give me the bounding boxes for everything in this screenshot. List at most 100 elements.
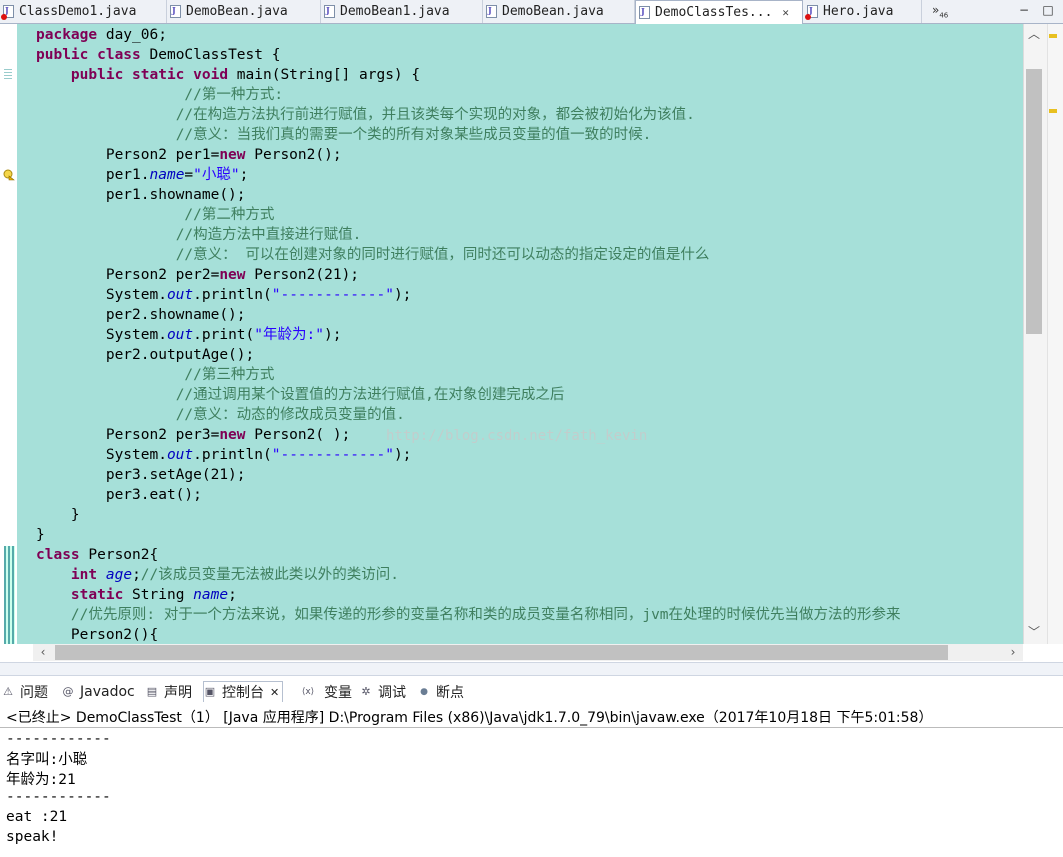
- code-token: int: [70, 567, 98, 583]
- code-line[interactable]: per2.showname();: [36, 305, 246, 325]
- code-token: System.: [36, 447, 167, 463]
- code-line[interactable]: //在构造方法执行前进行赋值，并且该类每个实现的对象，都会被初始化为该值.: [36, 105, 695, 125]
- code-line[interactable]: }: [36, 505, 80, 525]
- code-line[interactable]: per1.name="小聪";: [36, 165, 249, 185]
- code-line[interactable]: //优先原则: 对于一个方法来说，如果传递的形参的变量名称和类的成员变量名称相同…: [36, 605, 901, 625]
- editor-tab-bar: J ClassDemo1.java J DemoBean.java J Demo…: [0, 0, 1063, 24]
- code-line[interactable]: Person2(){: [36, 625, 158, 644]
- overview-ruler[interactable]: [1047, 24, 1063, 644]
- tab-demobean-2[interactable]: J DemoBean.java: [483, 0, 635, 23]
- tab-democlasstest[interactable]: J DemoClassTes... ✕: [635, 0, 803, 24]
- code-token: //意义：动态的修改成员变量的值.: [175, 407, 405, 423]
- declaration-icon: ▤: [146, 685, 158, 698]
- code-text-area[interactable]: http://blog.csdn.net/fath_kevin package …: [17, 24, 1023, 644]
- code-line[interactable]: //意义： 可以在创建对象的同时进行赋值，同时还可以动态的指定设定的值是什么: [36, 245, 710, 265]
- console-output-line: 名字叫:小聪: [6, 752, 88, 768]
- code-token: age: [105, 567, 133, 583]
- code-token: main(String[] args) {: [236, 67, 421, 83]
- code-line[interactable]: //第三种方式: [36, 365, 274, 385]
- code-line[interactable]: per2.outputAge();: [36, 345, 254, 365]
- code-line[interactable]: int age;//该成员变量无法被此类以外的类访问.: [36, 565, 399, 585]
- tab-demobean[interactable]: J DemoBean.java: [167, 0, 321, 23]
- code-token: "------------": [271, 287, 394, 303]
- console-output-line: eat :21: [6, 809, 68, 825]
- code-line[interactable]: Person2 per1=new Person2();: [36, 145, 342, 165]
- code-line[interactable]: System.out.print("年龄为:");: [36, 325, 342, 345]
- problems-icon: ⚠: [3, 685, 13, 698]
- code-line[interactable]: Person2 per3=new Person2( );: [36, 425, 350, 445]
- code-token: name: [149, 167, 185, 183]
- tab-declaration[interactable]: ▤ 声明: [146, 682, 192, 702]
- lightbulb-warning-icon[interactable]: [3, 169, 15, 181]
- scroll-down-icon[interactable]: ﹀: [1026, 624, 1042, 640]
- code-line[interactable]: //第一种方式:: [36, 85, 283, 105]
- code-token: Person2( );: [254, 427, 351, 443]
- maximize-button[interactable]: □: [1040, 3, 1056, 17]
- code-token: //优先原则: 对于一个方法来说，如果传递的形参的变量名称和类的成员变量名称相同…: [70, 607, 901, 623]
- code-token: //该成员变量无法被此类以外的类访问.: [140, 567, 399, 583]
- code-line[interactable]: per1.showname();: [36, 185, 246, 205]
- code-line[interactable]: class Person2{: [36, 545, 158, 565]
- tab-breakpoints[interactable]: ● 断点: [418, 682, 464, 702]
- code-line[interactable]: System.out.println("------------");: [36, 445, 412, 465]
- code-token: //在构造方法执行前进行赋值，并且该类每个实现的对象，都会被初始化为该值.: [175, 107, 695, 123]
- fold-marker-icon[interactable]: [4, 69, 12, 81]
- code-token: );: [393, 447, 412, 463]
- code-line[interactable]: static String name;: [36, 585, 237, 605]
- code-token: Person2 per3=: [36, 427, 220, 443]
- scrollbar-thumb[interactable]: [1026, 69, 1042, 334]
- code-line[interactable]: //通过调用某个设置值的方法进行赋值,在对象创建完成之后: [36, 385, 565, 405]
- code-line[interactable]: //第二种方式: [36, 205, 274, 225]
- code-token: }: [36, 507, 80, 523]
- editor-gutter: [0, 24, 17, 644]
- tab-javadoc[interactable]: @ Javadoc: [62, 682, 135, 702]
- scroll-right-icon[interactable]: ›: [1004, 644, 1022, 661]
- java-file-icon: J: [639, 6, 650, 19]
- code-token: per1.: [36, 167, 150, 183]
- overview-warning-mark[interactable]: [1049, 109, 1057, 113]
- overview-warning-mark[interactable]: [1049, 34, 1057, 38]
- overflow-count: 46: [939, 11, 949, 20]
- tab-variables[interactable]: ⟨x⟩ 变量: [298, 682, 352, 702]
- code-token: out: [166, 327, 194, 343]
- code-line[interactable]: //意义：当我们真的需要一个类的所有对象某些成员变量的值一致的时候.: [36, 125, 652, 145]
- tab-classdemo1[interactable]: J ClassDemo1.java: [0, 0, 167, 23]
- close-icon[interactable]: ✕: [270, 686, 279, 699]
- panel-divider[interactable]: [0, 662, 1063, 676]
- code-line[interactable]: System.out.println("------------");: [36, 285, 412, 305]
- tab-demobean1[interactable]: J DemoBean1.java: [321, 0, 483, 23]
- code-editor[interactable]: http://blog.csdn.net/fath_kevin package …: [0, 24, 1048, 644]
- code-line[interactable]: public static void main(String[] args) {: [36, 65, 420, 85]
- code-line[interactable]: }: [36, 525, 45, 545]
- console-divider: [0, 727, 1063, 728]
- code-line[interactable]: //构造方法中直接进行赋值.: [36, 225, 362, 245]
- code-line[interactable]: per3.setAge(21);: [36, 465, 246, 485]
- variables-icon: ⟨x⟩: [301, 687, 315, 697]
- code-token: .println(: [193, 447, 272, 463]
- code-token: DemoClassTest {: [149, 47, 281, 63]
- code-token: );: [323, 327, 342, 343]
- code-line[interactable]: package day_06;: [36, 25, 167, 45]
- code-line[interactable]: public class DemoClassTest {: [36, 45, 280, 65]
- tab-debug[interactable]: ✲ 调试: [360, 682, 406, 702]
- tab-console[interactable]: ▣ 控制台 ✕: [203, 681, 284, 702]
- tab-hero[interactable]: J Hero.java: [804, 0, 922, 23]
- code-token: "------------": [271, 447, 394, 463]
- minimize-button[interactable]: −: [1016, 3, 1032, 17]
- tab-label: 变量: [324, 685, 352, 701]
- tab-label: Hero.java: [823, 4, 894, 19]
- code-line[interactable]: per3.eat();: [36, 485, 202, 505]
- tab-problems[interactable]: ⚠ 问题: [2, 682, 48, 702]
- code-token: //意义：当我们真的需要一个类的所有对象某些成员变量的值一致的时候.: [175, 127, 652, 143]
- close-icon[interactable]: ✕: [782, 6, 789, 19]
- code-line[interactable]: Person2 per2=new Person2(21);: [36, 265, 359, 285]
- code-token: package: [36, 27, 98, 43]
- scrollbar-thumb[interactable]: [55, 645, 948, 660]
- scroll-left-icon[interactable]: ‹: [34, 644, 52, 661]
- code-token: out: [166, 287, 194, 303]
- tab-overflow-button[interactable]: »46: [932, 3, 948, 19]
- scroll-up-icon[interactable]: ︿: [1026, 26, 1042, 42]
- code-token: ;: [228, 587, 237, 603]
- code-line[interactable]: //意义：动态的修改成员变量的值.: [36, 405, 405, 425]
